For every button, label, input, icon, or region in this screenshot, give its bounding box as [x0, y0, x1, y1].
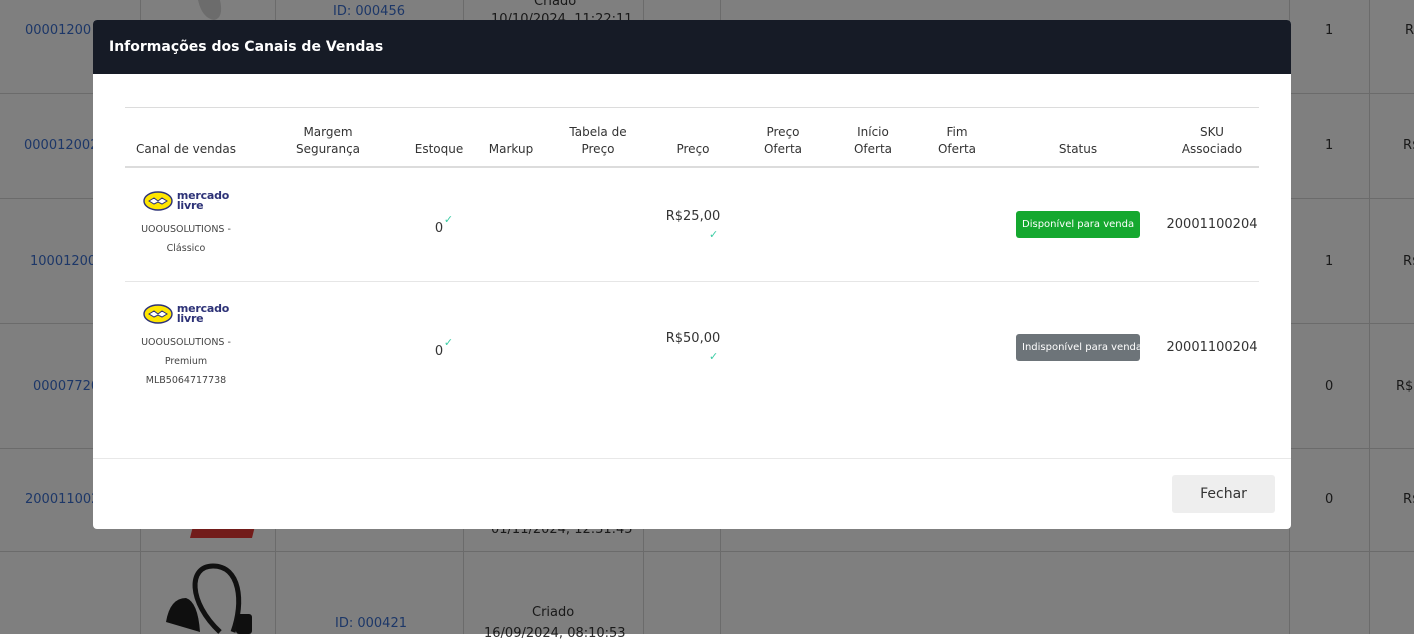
header-margin: Margem Segurança: [247, 107, 409, 168]
stock-value: 0: [434, 221, 444, 236]
price-table-cell: [553, 282, 643, 413]
table-header-row: Canal de vendas Margem Segurança Estoque …: [125, 107, 1259, 168]
handshake-icon: [143, 191, 173, 211]
price-value: R$25,00: [665, 208, 721, 224]
check-icon: ✓: [709, 227, 719, 241]
modal-footer: Fechar: [93, 459, 1291, 529]
offer-price-cell: [743, 282, 823, 413]
mercado-livre-logo: mercado livre: [143, 190, 229, 211]
modal-body: Canal de vendas Margem Segurança Estoque …: [93, 74, 1291, 459]
listing-id: MLB5064717738: [145, 375, 227, 386]
mercado-livre-logo: mercado livre: [143, 303, 229, 324]
header-offer-price: Preço Oferta: [743, 107, 823, 168]
status-badge: Disponível para venda: [1016, 211, 1140, 238]
markup-cell: [469, 282, 553, 413]
status-cell: Disponível para venda: [991, 167, 1165, 282]
header-offer-end: Fim Oferta: [923, 107, 991, 168]
offer-end-cell: [923, 282, 991, 413]
channel-cell: mercado livre UOOUSOLUTIONS - Premium MLB…: [125, 282, 247, 413]
sales-channels-modal: Informações dos Canais de Vendas Canal d…: [93, 20, 1291, 529]
channel-plan: Premium: [164, 356, 208, 367]
markup-cell: [469, 167, 553, 282]
status-cell: Indisponível para venda: [991, 282, 1165, 413]
channel-account: UOOUSOLUTIONS -: [141, 337, 231, 348]
table-row: mercado livre UOOUSOLUTIONS - Clássico 0 ✓: [125, 167, 1259, 282]
price-cell: R$25,00 ✓: [643, 167, 743, 282]
sku-value: 20001100204: [1166, 339, 1258, 355]
status-badge: Indisponível para venda: [1016, 333, 1142, 361]
offer-start-cell: [823, 167, 923, 282]
header-price-table: Tabela de Preço: [553, 107, 643, 168]
header-markup: Markup: [469, 107, 553, 168]
check-icon: ✓: [709, 350, 719, 363]
margin-cell: [247, 167, 409, 282]
header-sku: SKU Associado: [1165, 107, 1259, 168]
check-icon: ✓: [443, 335, 454, 349]
sku-cell: 20001100204: [1165, 167, 1259, 282]
offer-start-cell: [823, 282, 923, 413]
margin-cell: [247, 282, 409, 413]
modal-header: Informações dos Canais de Vendas: [93, 20, 1291, 74]
sku-cell: 20001100204: [1165, 282, 1259, 413]
modal-title: Informações dos Canais de Vendas: [109, 39, 384, 55]
stock-value: 0: [434, 343, 444, 359]
header-channel: Canal de vendas: [125, 107, 247, 168]
price-cell: R$50,00 ✓: [643, 282, 743, 413]
header-stock: Estoque: [409, 107, 469, 168]
stock-cell: 0 ✓: [409, 167, 469, 282]
header-offer-start: Início Oferta: [823, 107, 923, 168]
channel-cell: mercado livre UOOUSOLUTIONS - Clássico: [125, 167, 247, 282]
sku-value: 20001100204: [1166, 217, 1258, 232]
handshake-icon: [143, 304, 173, 324]
stock-cell: 0 ✓: [409, 282, 469, 413]
channel-plan: Clássico: [166, 243, 206, 254]
channel-account: UOOUSOLUTIONS -: [141, 224, 231, 235]
header-price: Preço: [643, 107, 743, 168]
price-value: R$50,00: [665, 331, 721, 346]
offer-end-cell: [923, 167, 991, 282]
header-status: Status: [991, 107, 1165, 168]
sales-channels-table: Canal de vendas Margem Segurança Estoque …: [125, 107, 1259, 412]
offer-price-cell: [743, 167, 823, 282]
check-icon: ✓: [443, 213, 454, 226]
table-row: mercado livre UOOUSOLUTIONS - Premium MLB…: [125, 282, 1259, 413]
price-table-cell: [553, 167, 643, 282]
close-button[interactable]: Fechar: [1172, 475, 1275, 513]
